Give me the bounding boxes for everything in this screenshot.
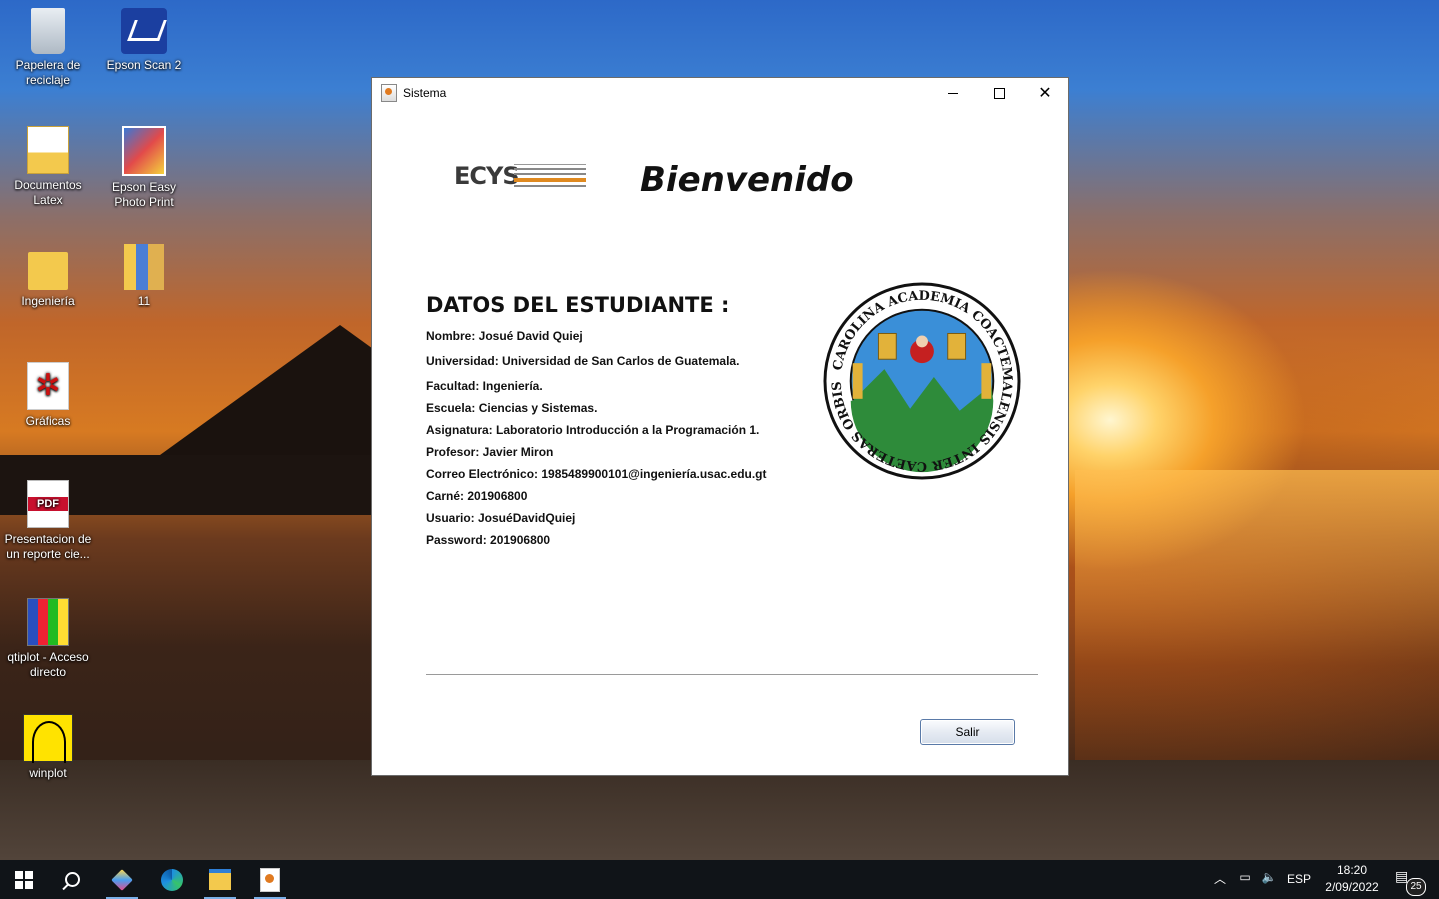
language-indicator[interactable]: ESP <box>1284 872 1314 886</box>
edge-browser-icon <box>161 868 183 891</box>
field-password: Password: 201906800 <box>426 533 551 547</box>
ecys-logo-lines <box>514 164 586 187</box>
student-data-heading: DATOS DEL ESTUDIANTE : <box>426 293 730 317</box>
winplot-icon <box>23 714 73 763</box>
welcome-title: Bienvenido <box>640 160 854 200</box>
clock-time: 18:20 <box>1336 863 1368 877</box>
cube-app-icon <box>111 868 133 891</box>
field-carne: Carné: 201906800 <box>426 489 528 503</box>
desktop-icon-pdf-report[interactable]: PDF Presentacion de un reporte cie... <box>2 480 94 562</box>
java-app-icon <box>381 84 397 102</box>
desktop-icon-label: Papelera de reciclaje <box>15 58 81 87</box>
ecys-logo: ECYS <box>454 162 586 190</box>
notification-badge: 25 <box>1406 878 1426 896</box>
file-explorer-icon <box>209 869 231 890</box>
field-escuela: Escuela: Ciencias y Sistemas. <box>426 401 598 415</box>
field-nombre: Nombre: Josué David Quiej <box>426 329 583 343</box>
clock-date: 2/09/2022 <box>1325 880 1379 894</box>
start-button[interactable] <box>0 860 48 899</box>
usac-seal: CAROLINA ACADEMIA COACTEMALENSIS INTER C… <box>823 282 1021 480</box>
exit-button[interactable]: Salir <box>920 719 1015 745</box>
close-button[interactable]: ✕ <box>1022 78 1068 108</box>
desktop-icon-recycle-bin[interactable]: Papelera de reciclaje <box>2 8 94 88</box>
maximize-button[interactable] <box>976 78 1022 108</box>
field-correo: Correo Electrónico: 1985489900101@ingeni… <box>426 467 767 481</box>
field-universidad: Universidad: Universidad de San Carlos d… <box>426 354 740 368</box>
taskbar-app-cube[interactable] <box>98 860 146 899</box>
field-usuario: Usuario: JosuéDavidQuiej <box>426 511 576 525</box>
scanner-icon <box>121 8 167 54</box>
desktop-icon-epson-scan[interactable]: Epson Scan 2 <box>98 8 190 73</box>
maximize-icon <box>993 87 1005 99</box>
pdf-file-icon: PDF <box>27 480 69 528</box>
folder-icon <box>28 252 68 290</box>
taskbar-edge[interactable] <box>148 860 196 899</box>
windows-start-icon <box>15 870 33 889</box>
desktop-icon-label: Documentos Latex <box>14 178 82 207</box>
desktop-icon-ingenieria[interactable]: Ingeniería <box>2 244 94 309</box>
folder-document-icon <box>27 126 69 174</box>
minimize-button[interactable] <box>930 78 976 108</box>
taskbar-java-app[interactable] <box>246 860 294 899</box>
desktop-icon-label: Epson Easy Photo Print <box>111 180 177 209</box>
desktop-icon-epson-photo[interactable]: Epson Easy Photo Print <box>98 126 190 210</box>
ecys-logo-mark: ECYS <box>454 162 520 190</box>
recycle-bin-icon <box>31 8 65 54</box>
separator-line <box>426 674 1038 675</box>
desktop-icon-label: 11 <box>137 294 151 308</box>
desktop-icon-11[interactable]: 11 <box>98 244 190 309</box>
taskbar-file-explorer[interactable] <box>196 860 244 899</box>
network-icon[interactable]: ▭ <box>1236 870 1254 884</box>
desktop-icon-label: Ingeniería <box>21 294 75 308</box>
window-title: Sistema <box>403 86 447 100</box>
window-titlebar[interactable]: Sistema ✕ <box>372 78 1068 108</box>
minimize-icon <box>948 92 958 94</box>
desktop-icon-label: Gráficas <box>25 414 71 428</box>
field-asignatura: Asignatura: Laboratorio Introducción a l… <box>426 423 760 437</box>
desktop-icon-label: Epson Scan 2 <box>106 58 182 72</box>
desktop-icon-documentos-latex[interactable]: Documentos Latex <box>2 126 94 208</box>
desktop-icon-label: winplot <box>29 766 67 780</box>
java-app-icon <box>260 867 280 892</box>
taskbar-clock[interactable]: 18:20 2/09/2022 <box>1318 862 1386 896</box>
folder-icon <box>124 244 164 290</box>
desktop-icon-qtiplot[interactable]: qtiplot - Acceso directo <box>2 598 94 680</box>
field-facultad: Facultad: Ingeniería. <box>426 379 543 393</box>
sistema-window: Sistema ✕ ECYS Bienvenido DATOS DEL ESTU… <box>371 77 1069 776</box>
graphics-app-icon: ✲ <box>27 362 69 410</box>
volume-icon[interactable]: 🔈 <box>1260 870 1278 884</box>
tray-overflow-chevron-icon[interactable]: ︿ <box>1212 870 1228 887</box>
taskbar: ︿ ▭ 🔈 ESP 18:20 2/09/2022 ▤ 25 <box>0 860 1439 899</box>
taskbar-search-button[interactable] <box>48 860 96 899</box>
desktop-icon-label: qtiplot - Acceso directo <box>7 650 89 679</box>
desktop-icon-graficas[interactable]: ✲ Gráficas <box>2 362 94 429</box>
desktop-icon-winplot[interactable]: winplot <box>2 714 94 781</box>
desktop-icon-label: Presentacion de un reporte cie... <box>4 532 92 561</box>
qtiplot-icon <box>27 598 69 646</box>
search-icon <box>64 872 80 887</box>
photo-print-icon <box>122 126 166 176</box>
close-icon: ✕ <box>1038 85 1052 102</box>
field-profesor: Profesor: Javier Miron <box>426 445 554 459</box>
